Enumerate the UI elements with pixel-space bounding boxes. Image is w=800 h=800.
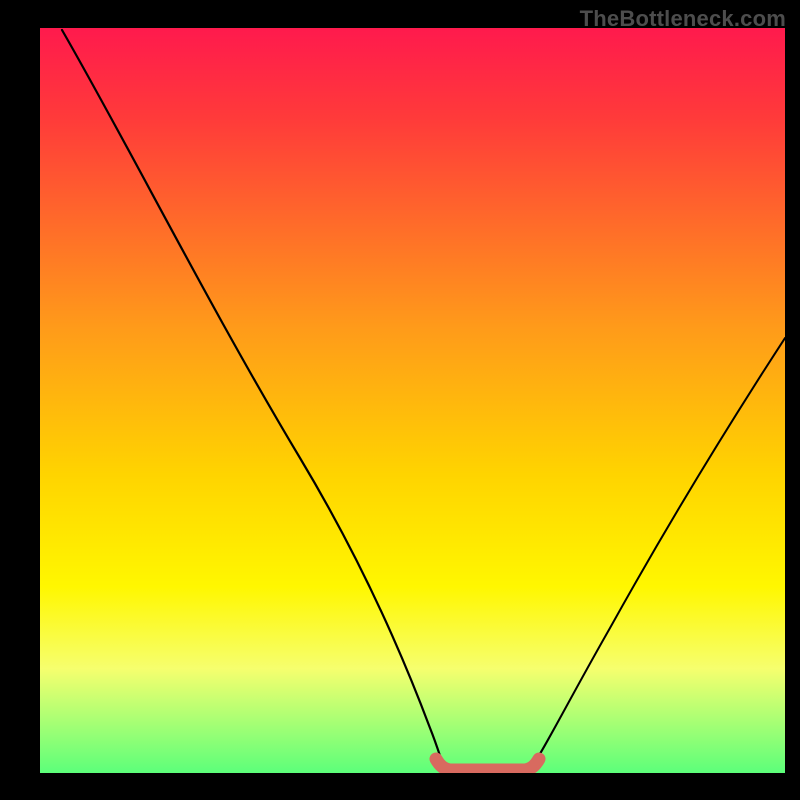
right-curve	[530, 338, 785, 770]
left-curve	[62, 30, 445, 770]
curve-layer	[40, 28, 785, 773]
highlight-bar	[436, 759, 539, 770]
chart-frame: TheBottleneck.com	[0, 0, 800, 800]
plot-area	[40, 28, 785, 773]
